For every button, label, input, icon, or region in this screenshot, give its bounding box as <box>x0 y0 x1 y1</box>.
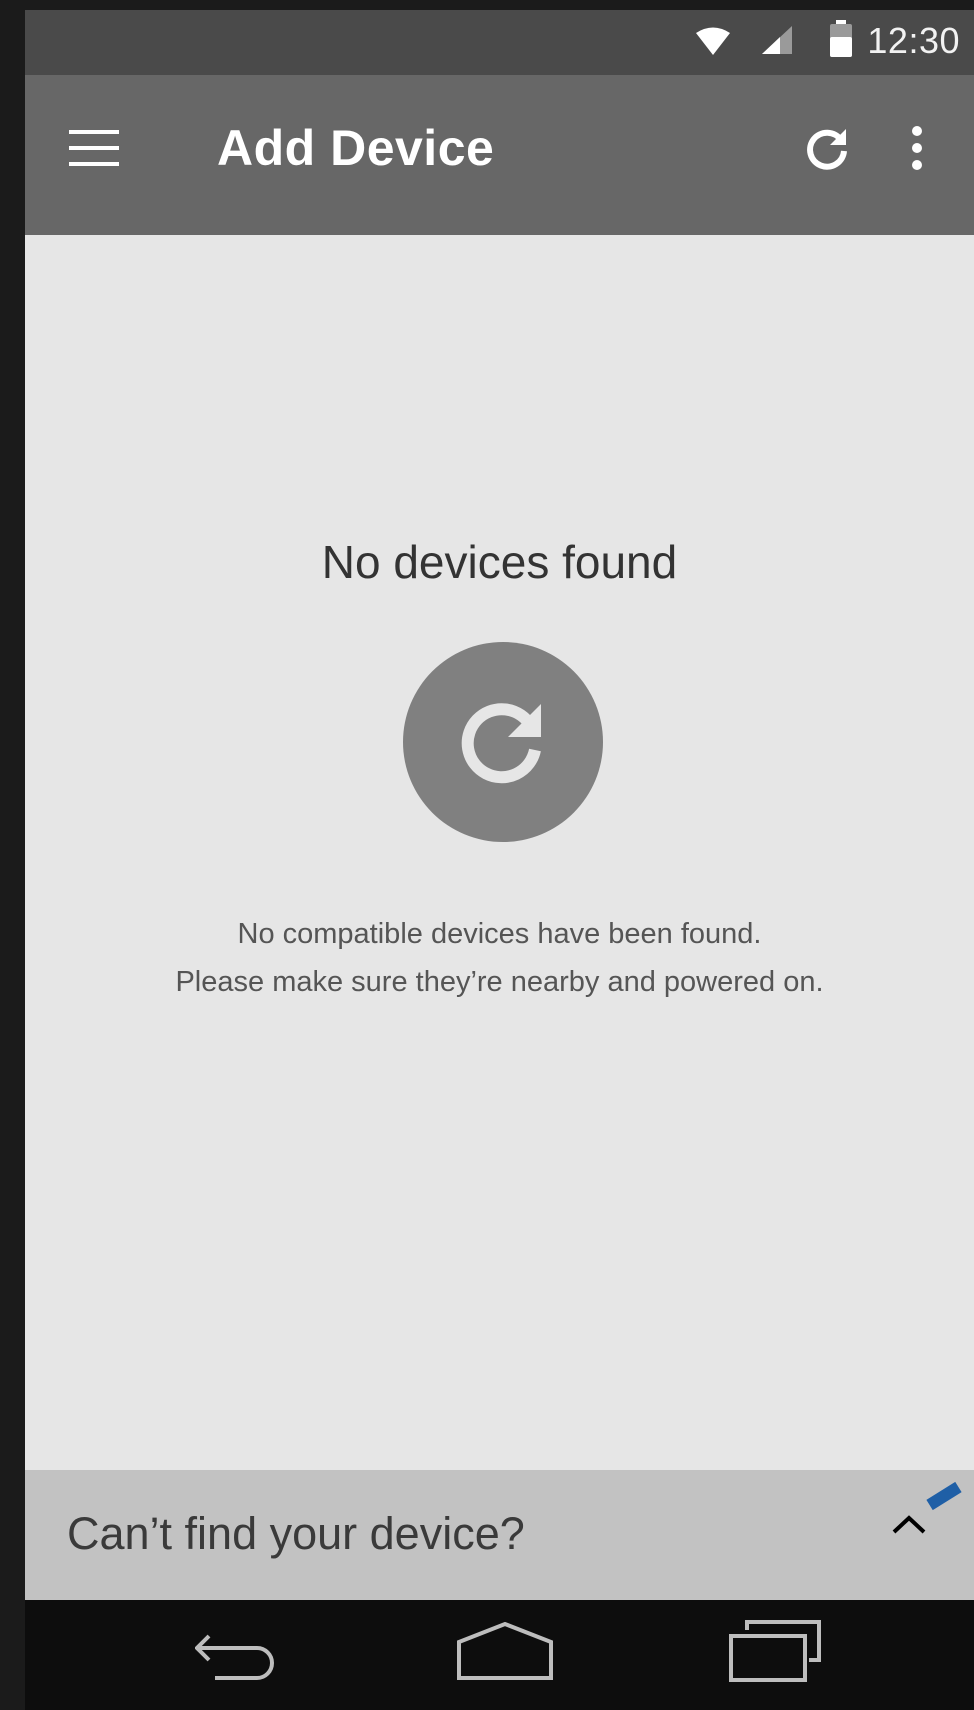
battery-icon <box>829 20 853 63</box>
recents-icon[interactable] <box>727 1620 827 1689</box>
chevron-up-icon[interactable] <box>891 1510 927 1541</box>
phone-screen: 12:30 Add Device No devices found No com… <box>25 10 974 1710</box>
refresh-icon <box>461 703 541 784</box>
overflow-menu-icon[interactable] <box>910 125 924 176</box>
cant-find-device-label: Can’t find your device? <box>67 1508 525 1559</box>
back-icon[interactable] <box>194 1628 285 1687</box>
status-time: 12:30 <box>867 20 960 61</box>
cell-signal-icon <box>760 24 794 61</box>
system-nav-bar <box>25 1600 974 1710</box>
hamburger-menu-icon[interactable] <box>69 128 119 173</box>
empty-state-line2: Please make sure they’re nearby and powe… <box>175 966 824 998</box>
app-bar: Add Device <box>25 75 974 235</box>
empty-state-line1: No compatible devices have been found. <box>237 918 762 950</box>
main-content: No devices found No compatible devices h… <box>25 235 974 1472</box>
empty-state-title: No devices found <box>321 536 678 588</box>
empty-state-message: No compatible devices have been found. P… <box>25 910 974 1006</box>
wifi-icon <box>695 26 731 61</box>
refresh-button[interactable] <box>403 642 603 842</box>
cant-find-device-sheet[interactable]: Can’t find your device? <box>25 1470 974 1600</box>
page-title: Add Device <box>217 120 495 176</box>
accent-mark <box>926 1481 962 1511</box>
refresh-icon[interactable] <box>803 125 851 178</box>
status-bar: 12:30 <box>25 10 974 75</box>
home-icon[interactable] <box>455 1621 555 1687</box>
